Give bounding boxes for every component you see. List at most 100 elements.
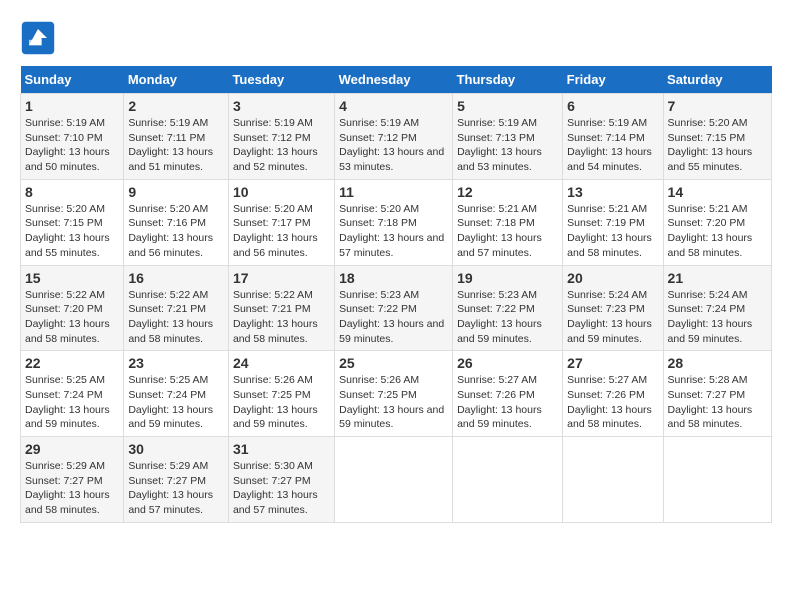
- day-number: 15: [25, 270, 119, 286]
- day-info: Sunrise: 5:27 AM Sunset: 7:26 PM Dayligh…: [457, 373, 558, 432]
- day-info: Sunrise: 5:21 AM Sunset: 7:18 PM Dayligh…: [457, 202, 558, 261]
- calendar-cell: 13 Sunrise: 5:21 AM Sunset: 7:19 PM Dayl…: [563, 179, 663, 265]
- day-info: Sunrise: 5:27 AM Sunset: 7:26 PM Dayligh…: [567, 373, 658, 432]
- weekday-header-monday: Monday: [124, 66, 229, 94]
- day-info: Sunrise: 5:19 AM Sunset: 7:14 PM Dayligh…: [567, 116, 658, 175]
- day-info: Sunrise: 5:24 AM Sunset: 7:24 PM Dayligh…: [668, 288, 767, 347]
- weekday-header-row: SundayMondayTuesdayWednesdayThursdayFrid…: [21, 66, 772, 94]
- day-number: 5: [457, 98, 558, 114]
- calendar-cell: 7 Sunrise: 5:20 AM Sunset: 7:15 PM Dayli…: [663, 94, 771, 180]
- calendar-cell: 21 Sunrise: 5:24 AM Sunset: 7:24 PM Dayl…: [663, 265, 771, 351]
- calendar-cell: 9 Sunrise: 5:20 AM Sunset: 7:16 PM Dayli…: [124, 179, 229, 265]
- day-number: 23: [128, 355, 224, 371]
- day-number: 25: [339, 355, 448, 371]
- day-info: Sunrise: 5:23 AM Sunset: 7:22 PM Dayligh…: [457, 288, 558, 347]
- day-info: Sunrise: 5:20 AM Sunset: 7:18 PM Dayligh…: [339, 202, 448, 261]
- day-info: Sunrise: 5:22 AM Sunset: 7:20 PM Dayligh…: [25, 288, 119, 347]
- calendar-cell: 20 Sunrise: 5:24 AM Sunset: 7:23 PM Dayl…: [563, 265, 663, 351]
- day-info: Sunrise: 5:26 AM Sunset: 7:25 PM Dayligh…: [339, 373, 448, 432]
- day-number: 22: [25, 355, 119, 371]
- calendar-cell: 31 Sunrise: 5:30 AM Sunset: 7:27 PM Dayl…: [228, 437, 334, 523]
- weekday-header-tuesday: Tuesday: [228, 66, 334, 94]
- day-number: 28: [668, 355, 767, 371]
- day-info: Sunrise: 5:25 AM Sunset: 7:24 PM Dayligh…: [25, 373, 119, 432]
- calendar-cell: 22 Sunrise: 5:25 AM Sunset: 7:24 PM Dayl…: [21, 351, 124, 437]
- weekday-header-saturday: Saturday: [663, 66, 771, 94]
- calendar-cell: 27 Sunrise: 5:27 AM Sunset: 7:26 PM Dayl…: [563, 351, 663, 437]
- calendar-cell: 24 Sunrise: 5:26 AM Sunset: 7:25 PM Dayl…: [228, 351, 334, 437]
- calendar-cell: 10 Sunrise: 5:20 AM Sunset: 7:17 PM Dayl…: [228, 179, 334, 265]
- calendar-cell: 25 Sunrise: 5:26 AM Sunset: 7:25 PM Dayl…: [335, 351, 453, 437]
- calendar-cell: 11 Sunrise: 5:20 AM Sunset: 7:18 PM Dayl…: [335, 179, 453, 265]
- day-number: 21: [668, 270, 767, 286]
- calendar-cell: [335, 437, 453, 523]
- day-info: Sunrise: 5:19 AM Sunset: 7:12 PM Dayligh…: [233, 116, 330, 175]
- day-number: 31: [233, 441, 330, 457]
- day-number: 27: [567, 355, 658, 371]
- day-info: Sunrise: 5:29 AM Sunset: 7:27 PM Dayligh…: [128, 459, 224, 518]
- day-number: 17: [233, 270, 330, 286]
- weekday-header-friday: Friday: [563, 66, 663, 94]
- day-info: Sunrise: 5:20 AM Sunset: 7:15 PM Dayligh…: [668, 116, 767, 175]
- day-info: Sunrise: 5:22 AM Sunset: 7:21 PM Dayligh…: [128, 288, 224, 347]
- day-number: 3: [233, 98, 330, 114]
- day-number: 19: [457, 270, 558, 286]
- day-info: Sunrise: 5:19 AM Sunset: 7:11 PM Dayligh…: [128, 116, 224, 175]
- day-info: Sunrise: 5:21 AM Sunset: 7:19 PM Dayligh…: [567, 202, 658, 261]
- day-info: Sunrise: 5:19 AM Sunset: 7:12 PM Dayligh…: [339, 116, 448, 175]
- day-info: Sunrise: 5:20 AM Sunset: 7:16 PM Dayligh…: [128, 202, 224, 261]
- day-number: 7: [668, 98, 767, 114]
- day-number: 12: [457, 184, 558, 200]
- calendar-week-4: 22 Sunrise: 5:25 AM Sunset: 7:24 PM Dayl…: [21, 351, 772, 437]
- page-header: [20, 20, 772, 56]
- day-number: 8: [25, 184, 119, 200]
- calendar-cell: 6 Sunrise: 5:19 AM Sunset: 7:14 PM Dayli…: [563, 94, 663, 180]
- calendar-body: 1 Sunrise: 5:19 AM Sunset: 7:10 PM Dayli…: [21, 94, 772, 523]
- calendar-week-2: 8 Sunrise: 5:20 AM Sunset: 7:15 PM Dayli…: [21, 179, 772, 265]
- calendar-cell: 16 Sunrise: 5:22 AM Sunset: 7:21 PM Dayl…: [124, 265, 229, 351]
- day-number: 10: [233, 184, 330, 200]
- calendar-cell: 18 Sunrise: 5:23 AM Sunset: 7:22 PM Dayl…: [335, 265, 453, 351]
- calendar-cell: 30 Sunrise: 5:29 AM Sunset: 7:27 PM Dayl…: [124, 437, 229, 523]
- calendar-cell: [663, 437, 771, 523]
- day-info: Sunrise: 5:23 AM Sunset: 7:22 PM Dayligh…: [339, 288, 448, 347]
- day-number: 26: [457, 355, 558, 371]
- calendar-cell: [563, 437, 663, 523]
- day-info: Sunrise: 5:20 AM Sunset: 7:17 PM Dayligh…: [233, 202, 330, 261]
- day-number: 9: [128, 184, 224, 200]
- calendar-week-1: 1 Sunrise: 5:19 AM Sunset: 7:10 PM Dayli…: [21, 94, 772, 180]
- day-number: 13: [567, 184, 658, 200]
- calendar-cell: 2 Sunrise: 5:19 AM Sunset: 7:11 PM Dayli…: [124, 94, 229, 180]
- calendar-cell: 29 Sunrise: 5:29 AM Sunset: 7:27 PM Dayl…: [21, 437, 124, 523]
- day-number: 16: [128, 270, 224, 286]
- day-number: 24: [233, 355, 330, 371]
- calendar-cell: 4 Sunrise: 5:19 AM Sunset: 7:12 PM Dayli…: [335, 94, 453, 180]
- day-info: Sunrise: 5:19 AM Sunset: 7:13 PM Dayligh…: [457, 116, 558, 175]
- logo-icon: [20, 20, 56, 56]
- day-info: Sunrise: 5:28 AM Sunset: 7:27 PM Dayligh…: [668, 373, 767, 432]
- day-info: Sunrise: 5:19 AM Sunset: 7:10 PM Dayligh…: [25, 116, 119, 175]
- day-info: Sunrise: 5:29 AM Sunset: 7:27 PM Dayligh…: [25, 459, 119, 518]
- day-number: 18: [339, 270, 448, 286]
- calendar-cell: 19 Sunrise: 5:23 AM Sunset: 7:22 PM Dayl…: [453, 265, 563, 351]
- calendar-cell: 5 Sunrise: 5:19 AM Sunset: 7:13 PM Dayli…: [453, 94, 563, 180]
- calendar-cell: 1 Sunrise: 5:19 AM Sunset: 7:10 PM Dayli…: [21, 94, 124, 180]
- day-info: Sunrise: 5:20 AM Sunset: 7:15 PM Dayligh…: [25, 202, 119, 261]
- calendar-cell: 23 Sunrise: 5:25 AM Sunset: 7:24 PM Dayl…: [124, 351, 229, 437]
- weekday-header-sunday: Sunday: [21, 66, 124, 94]
- calendar-table: SundayMondayTuesdayWednesdayThursdayFrid…: [20, 66, 772, 523]
- day-number: 6: [567, 98, 658, 114]
- calendar-cell: 14 Sunrise: 5:21 AM Sunset: 7:20 PM Dayl…: [663, 179, 771, 265]
- day-info: Sunrise: 5:26 AM Sunset: 7:25 PM Dayligh…: [233, 373, 330, 432]
- day-number: 29: [25, 441, 119, 457]
- day-info: Sunrise: 5:30 AM Sunset: 7:27 PM Dayligh…: [233, 459, 330, 518]
- calendar-cell: 26 Sunrise: 5:27 AM Sunset: 7:26 PM Dayl…: [453, 351, 563, 437]
- calendar-cell: 12 Sunrise: 5:21 AM Sunset: 7:18 PM Dayl…: [453, 179, 563, 265]
- calendar-cell: [453, 437, 563, 523]
- calendar-week-5: 29 Sunrise: 5:29 AM Sunset: 7:27 PM Dayl…: [21, 437, 772, 523]
- calendar-cell: 17 Sunrise: 5:22 AM Sunset: 7:21 PM Dayl…: [228, 265, 334, 351]
- day-info: Sunrise: 5:22 AM Sunset: 7:21 PM Dayligh…: [233, 288, 330, 347]
- weekday-header-wednesday: Wednesday: [335, 66, 453, 94]
- day-number: 1: [25, 98, 119, 114]
- day-info: Sunrise: 5:25 AM Sunset: 7:24 PM Dayligh…: [128, 373, 224, 432]
